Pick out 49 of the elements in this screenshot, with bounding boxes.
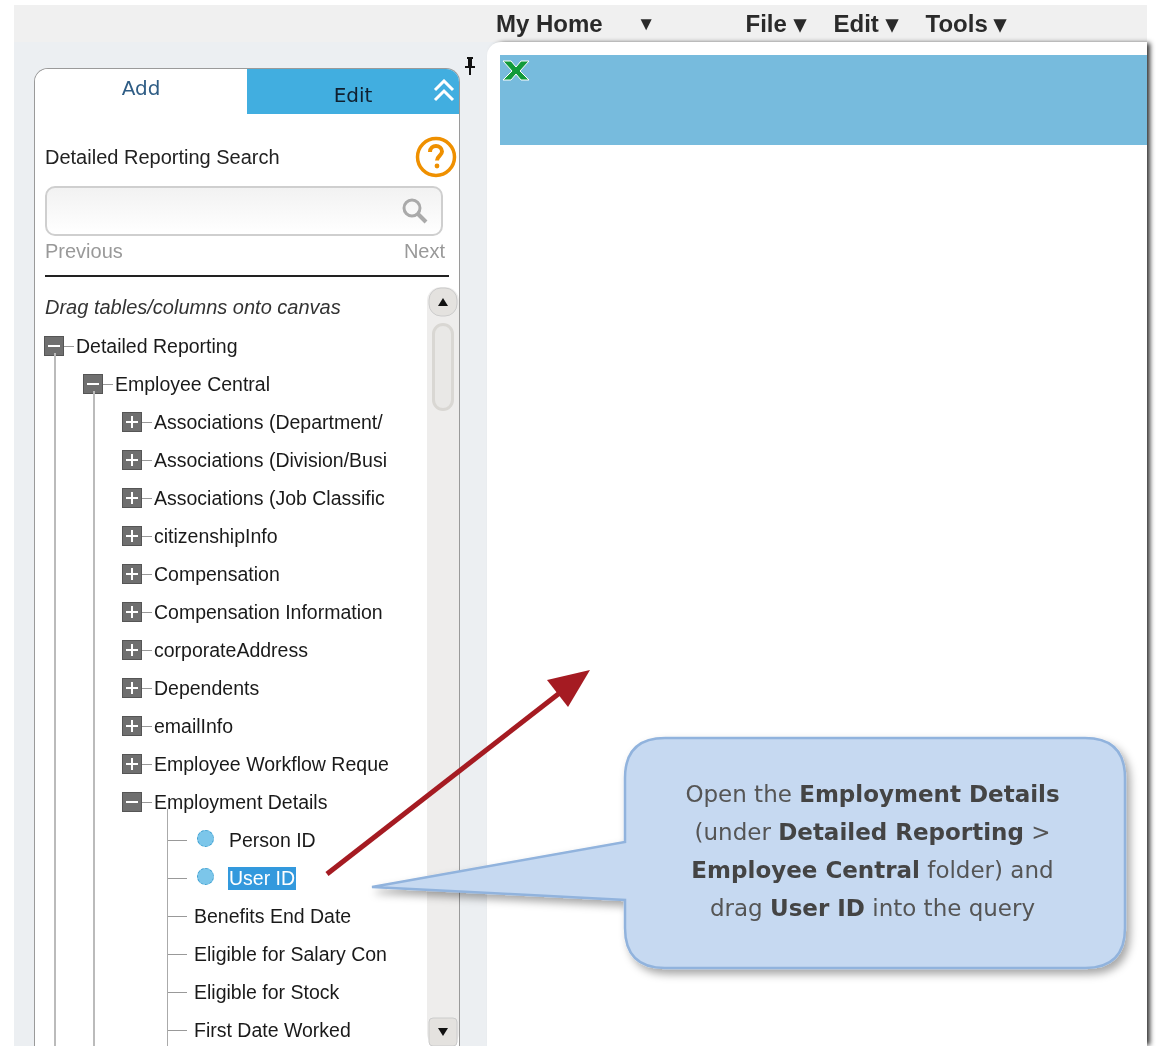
folder-item[interactable]: Employee Central: [114, 372, 271, 396]
search-heading: Detailed Reporting Search: [45, 145, 280, 169]
expand-icon[interactable]: [122, 640, 142, 660]
expand-icon[interactable]: [122, 754, 142, 774]
expand-icon[interactable]: [122, 564, 142, 584]
expand-icon[interactable]: [122, 716, 142, 736]
folder-item[interactable]: Employee Workflow Reque: [153, 752, 390, 776]
folder-item[interactable]: citizenshipInfo: [153, 524, 279, 548]
folder-item[interactable]: Detailed Reporting: [75, 334, 239, 358]
scrollbar-thumb[interactable]: [432, 323, 454, 411]
folder-item[interactable]: Employment Details: [153, 790, 329, 814]
expand-icon[interactable]: [122, 488, 142, 508]
spreadsheet-icon[interactable]: [502, 59, 530, 81]
folder-item[interactable]: Compensation Information: [153, 600, 384, 624]
pin-icon[interactable]: [464, 56, 476, 76]
folder-item[interactable]: Associations (Department/: [153, 410, 384, 434]
scrollbar[interactable]: [427, 287, 459, 1046]
column-item[interactable]: Person ID: [228, 828, 317, 852]
expand-icon[interactable]: [122, 678, 142, 698]
folder-item[interactable]: Compensation: [153, 562, 281, 586]
scroll-down-icon[interactable]: [428, 1017, 458, 1046]
folder-item[interactable]: Associations (Division/Busi: [153, 448, 388, 472]
folder-item[interactable]: Dependents: [153, 676, 261, 700]
column-item[interactable]: Eligible for Stock: [193, 980, 341, 1004]
field-icon: [197, 867, 214, 885]
menu-item[interactable]: Edit ▾: [833, 9, 898, 38]
expand-icon[interactable]: [122, 526, 142, 546]
search-field[interactable]: [45, 186, 443, 236]
column-item[interactable]: Eligible for Salary Con: [193, 942, 388, 966]
hint-text: Drag tables/columns onto canvas: [45, 295, 342, 320]
callout-text: Open the Employment Details (under Detailed Reporting > Employee Central folder) and drag User ID into the query: [684, 780, 1061, 923]
column-item[interactable]: Benefits End Date: [193, 904, 353, 928]
folder-item[interactable]: emailInfo: [153, 714, 235, 738]
scroll-up-icon[interactable]: [428, 287, 458, 317]
collapse-icon[interactable]: [83, 374, 103, 394]
column-item[interactable]: First Date Worked: [193, 1018, 352, 1042]
field-icon: [197, 829, 214, 847]
collapse-icon[interactable]: [44, 336, 64, 356]
collapse-icon[interactable]: [122, 792, 142, 812]
menu-item[interactable]: Tools ▾: [925, 9, 1007, 38]
folder-item[interactable]: Associations (Job Classific: [153, 486, 386, 510]
tab[interactable]: Edit: [247, 69, 459, 114]
menu-item[interactable]: My Home: [496, 9, 603, 38]
expand-icon[interactable]: [122, 412, 142, 432]
dropdown-caret[interactable]: ▼: [636, 12, 656, 35]
expand-icon[interactable]: [122, 450, 142, 470]
folder-item[interactable]: corporateAddress: [153, 638, 309, 662]
menu-item[interactable]: File ▾: [745, 9, 806, 38]
expand-icon[interactable]: [122, 602, 142, 622]
